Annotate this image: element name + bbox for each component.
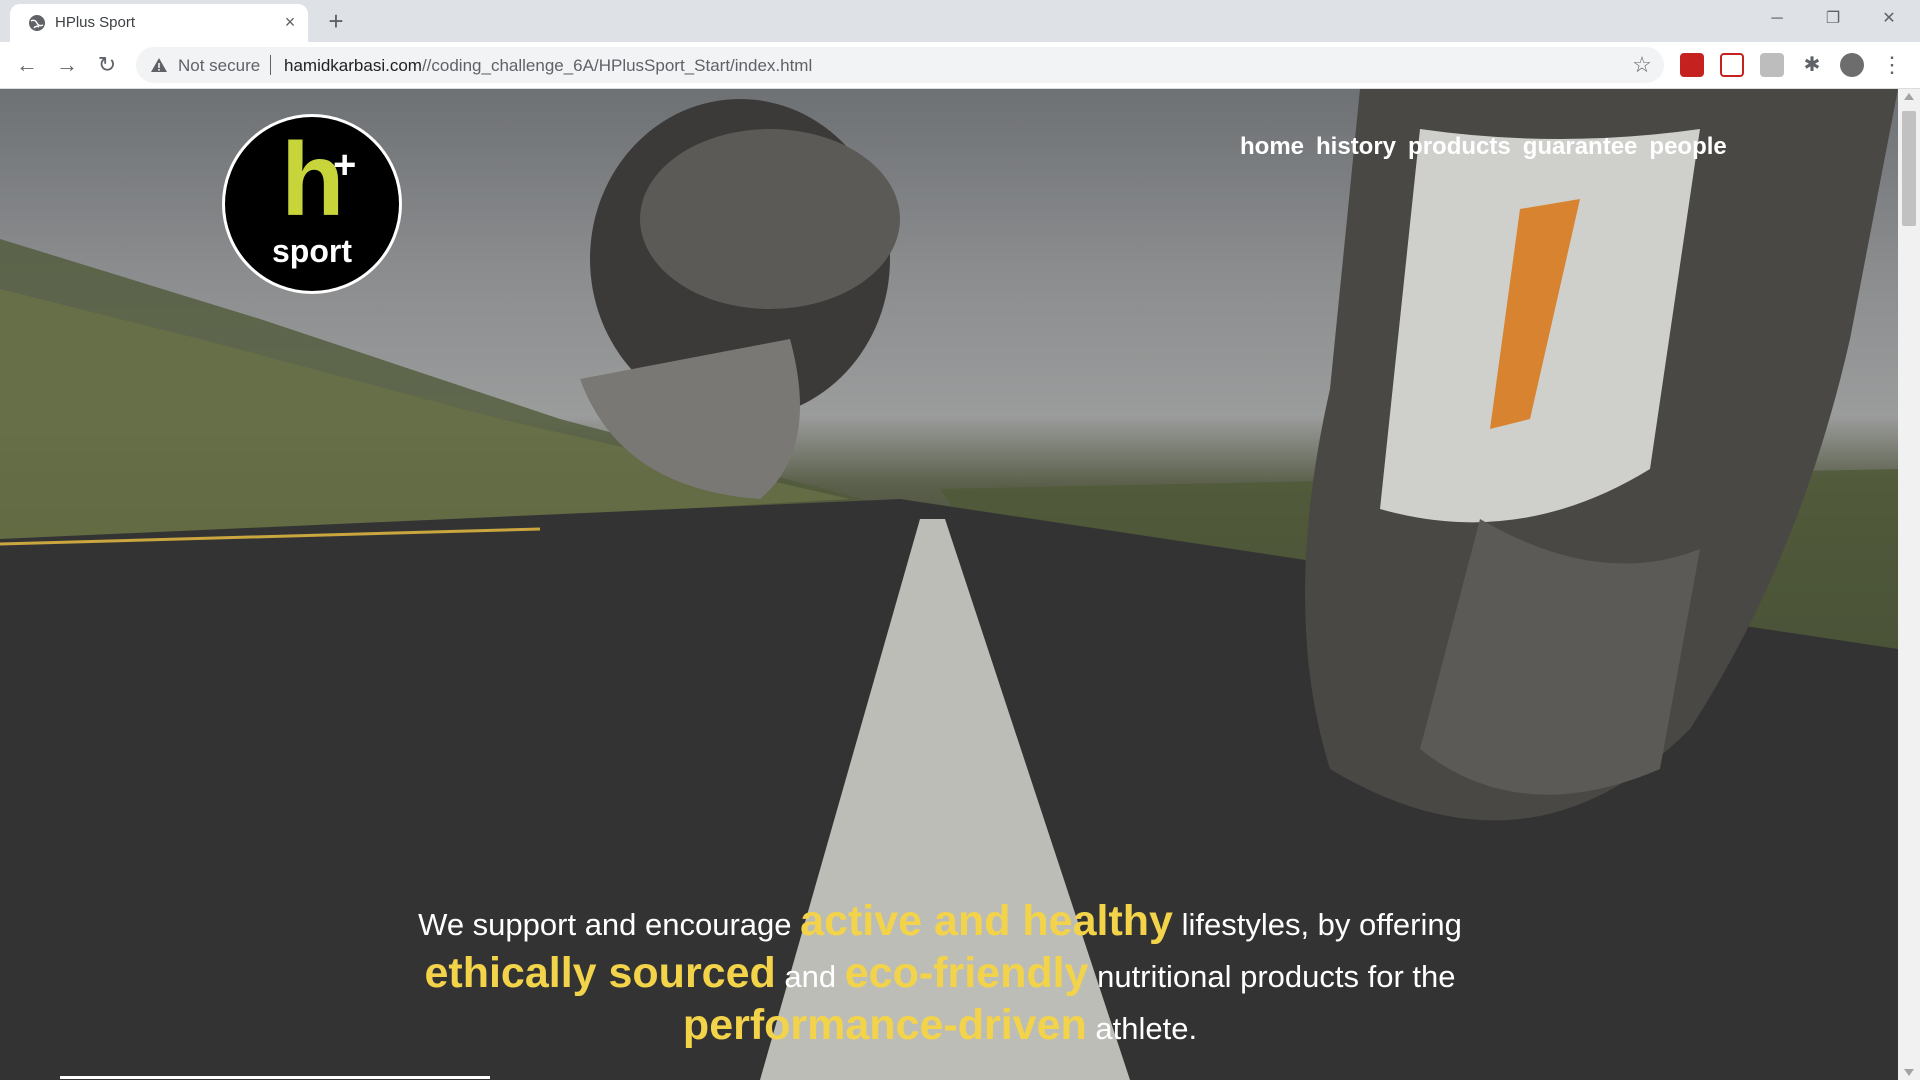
section-divider: [60, 1076, 490, 1079]
tagline-highlight: performance-driven: [682, 1001, 1087, 1049]
puzzle-extensions-icon[interactable]: ✱: [1800, 53, 1824, 77]
browser-toolbar: ← → ↻ Not secure hamidkarbasi.com//codin…: [0, 42, 1920, 89]
tagline-text: lifestyles, by offering: [1172, 907, 1462, 942]
tagline-highlight: ethically sourced: [424, 949, 776, 997]
tagline-highlight: eco-friendly: [844, 949, 1089, 997]
close-tab-icon[interactable]: ×: [280, 12, 300, 32]
page-scrollbar[interactable]: [1898, 89, 1920, 1080]
nav-people[interactable]: people: [1643, 133, 1732, 161]
url-text[interactable]: hamidkarbasi.com//coding_challenge_6A/HP…: [284, 56, 812, 76]
forward-button[interactable]: →: [52, 50, 82, 80]
warning-icon[interactable]: [150, 56, 168, 74]
logo-plus: +: [333, 143, 357, 187]
grey-extension-icon[interactable]: [1760, 53, 1784, 77]
tab-hplus-sport[interactable]: HPlus Sport ×: [10, 4, 308, 42]
globe-icon: [29, 15, 45, 31]
reload-button[interactable]: ↻: [92, 50, 122, 80]
nav-guarantee[interactable]: guarantee: [1517, 133, 1644, 161]
url-path: //coding_challenge_6A/HPlusSport_Start/i…: [421, 56, 813, 75]
nav-products[interactable]: products: [1402, 133, 1517, 161]
page-viewport: h + sport home history products guarante…: [0, 89, 1898, 1080]
browser-menu-icon[interactable]: ⋮: [1880, 50, 1904, 80]
tab-title: HPlus Sport: [55, 14, 136, 31]
logo-wordmark: sport: [272, 233, 352, 269]
tagline-highlight: active and healthy: [800, 897, 1173, 945]
tab-strip: HPlus Sport × + ─ ❐ ✕: [0, 0, 1920, 42]
browser-window: HPlus Sport × + ─ ❐ ✕ ← → ↻ Not secure h…: [0, 0, 1920, 1080]
nav-history[interactable]: history: [1310, 133, 1402, 161]
shield-extension-icon[interactable]: [1680, 53, 1704, 77]
security-label[interactable]: Not secure: [178, 56, 260, 76]
omnibox-divider: [270, 55, 271, 75]
tagline-text: We support and encourage: [418, 907, 801, 942]
url-host: hamidkarbasi.com: [284, 56, 422, 75]
tagline-text: nutritional products for the: [1088, 959, 1456, 994]
pocket-extension-icon[interactable]: [1720, 53, 1744, 77]
hplus-sport-logo[interactable]: h + sport: [222, 114, 402, 294]
hero-tagline: We support and encourage active and heal…: [320, 897, 1560, 1053]
back-button[interactable]: ←: [12, 50, 42, 80]
minimize-button[interactable]: ─: [1754, 4, 1800, 34]
profile-avatar[interactable]: [1840, 53, 1864, 77]
new-tab-button[interactable]: +: [322, 8, 350, 36]
main-navigation: home history products guarantee people: [1234, 133, 1733, 161]
address-bar[interactable]: Not secure hamidkarbasi.com//coding_chal…: [136, 47, 1664, 83]
bookmark-star-icon[interactable]: ☆: [1630, 53, 1654, 77]
tagline-text: athlete.: [1086, 1011, 1198, 1046]
scroll-up-arrow-icon[interactable]: [1904, 93, 1914, 100]
nav-home[interactable]: home: [1234, 133, 1310, 161]
close-window-button[interactable]: ✕: [1866, 4, 1912, 34]
scrollbar-thumb[interactable]: [1902, 111, 1916, 226]
tagline-text: and: [775, 959, 845, 994]
scroll-down-arrow-icon[interactable]: [1904, 1069, 1914, 1076]
restore-button[interactable]: ❐: [1810, 4, 1856, 34]
